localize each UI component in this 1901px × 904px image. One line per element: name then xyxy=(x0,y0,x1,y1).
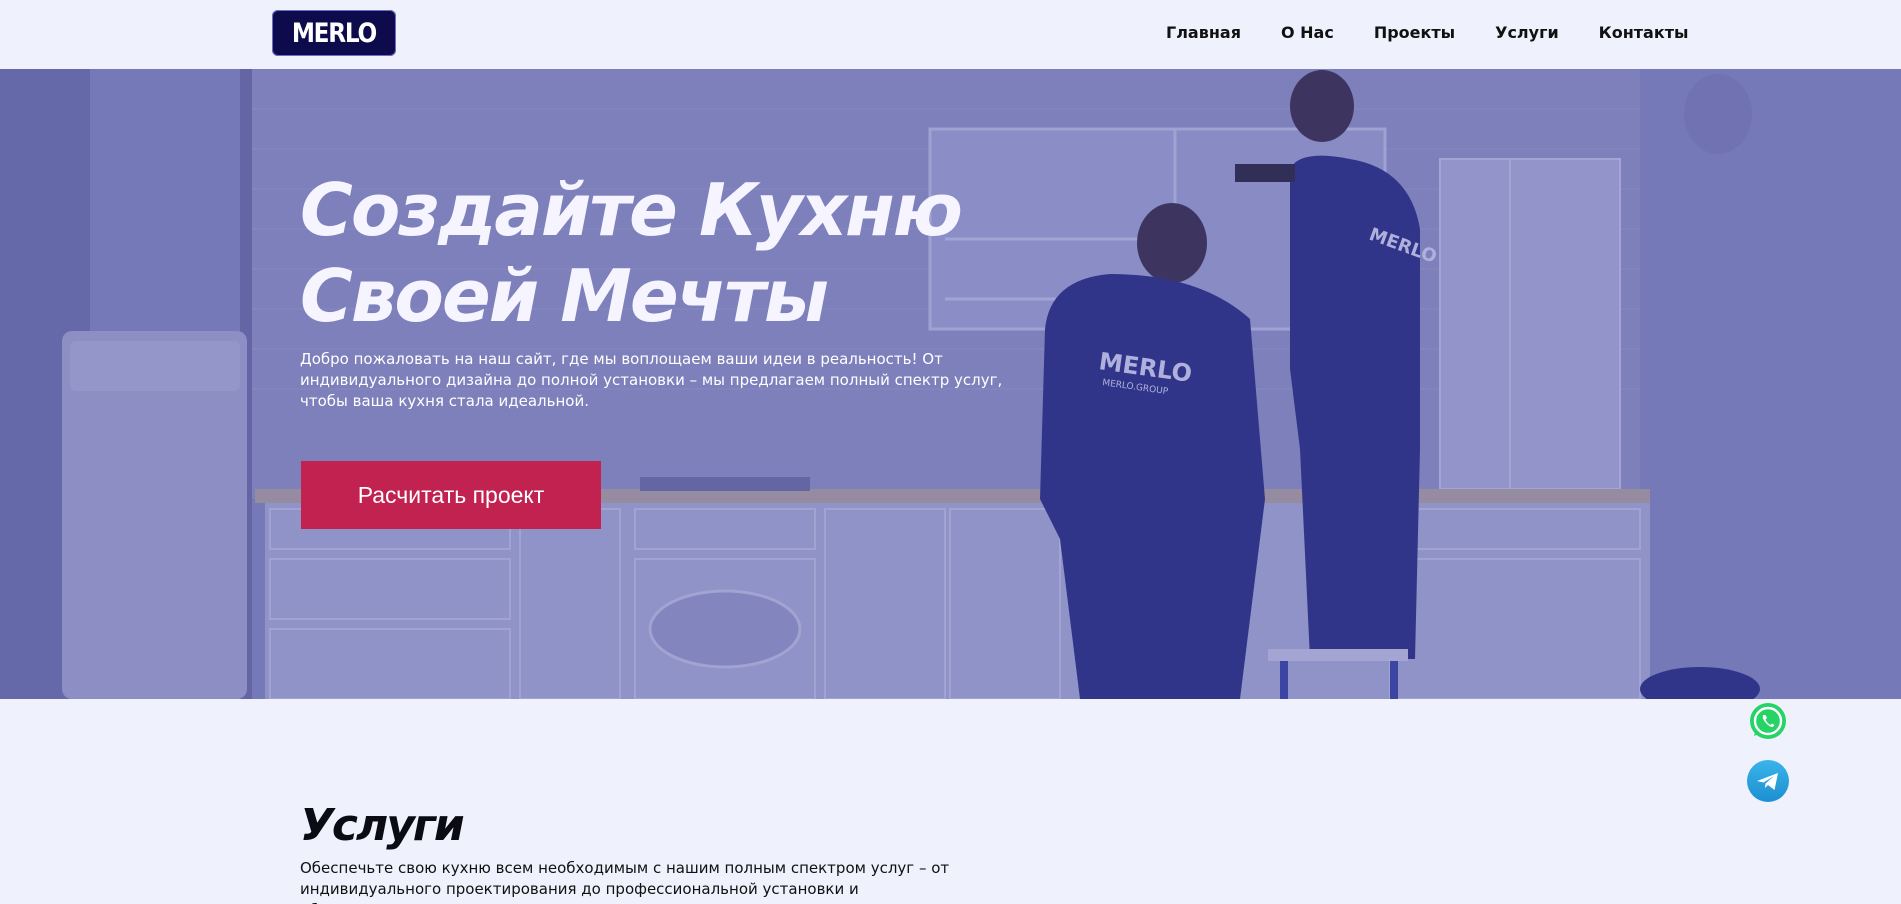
hero-title: Создайте Кухню Своей Мечты xyxy=(300,167,1020,339)
telegram-button[interactable] xyxy=(1747,760,1789,802)
calculate-project-button[interactable]: Расчитать проект xyxy=(301,461,601,529)
logo-text: MERLO xyxy=(291,17,377,49)
whatsapp-button[interactable] xyxy=(1747,700,1789,742)
nav-services[interactable]: Услуги xyxy=(1495,23,1559,42)
hero-description: Добро пожаловать на наш сайт, где мы воп… xyxy=(300,350,1003,410)
hero-title-line1: Создайте Кухню xyxy=(300,168,963,252)
nav-about[interactable]: О Нас xyxy=(1281,23,1334,42)
logo[interactable]: MERLO xyxy=(272,10,396,56)
hero-title-line2: Своей Мечты xyxy=(300,254,829,338)
nav-contacts[interactable]: Контакты xyxy=(1599,23,1689,42)
services-description: Обеспечьте свою кухню всем необходимым с… xyxy=(300,859,950,904)
services-title: Услуги xyxy=(300,800,465,851)
nav-projects[interactable]: Проекты xyxy=(1374,23,1455,42)
site-header: MERLO Главная О Нас Проекты Услуги Конта… xyxy=(0,0,1901,69)
nav-home[interactable]: Главная xyxy=(1166,23,1241,42)
telegram-icon xyxy=(1757,773,1778,790)
whatsapp-icon xyxy=(1750,703,1786,739)
hero-section: MERLO MERLO.GROUP MERLO Создайте Кухню С… xyxy=(0,69,1901,699)
main-nav: Главная О Нас Проекты Услуги Контакты xyxy=(1166,23,1688,42)
